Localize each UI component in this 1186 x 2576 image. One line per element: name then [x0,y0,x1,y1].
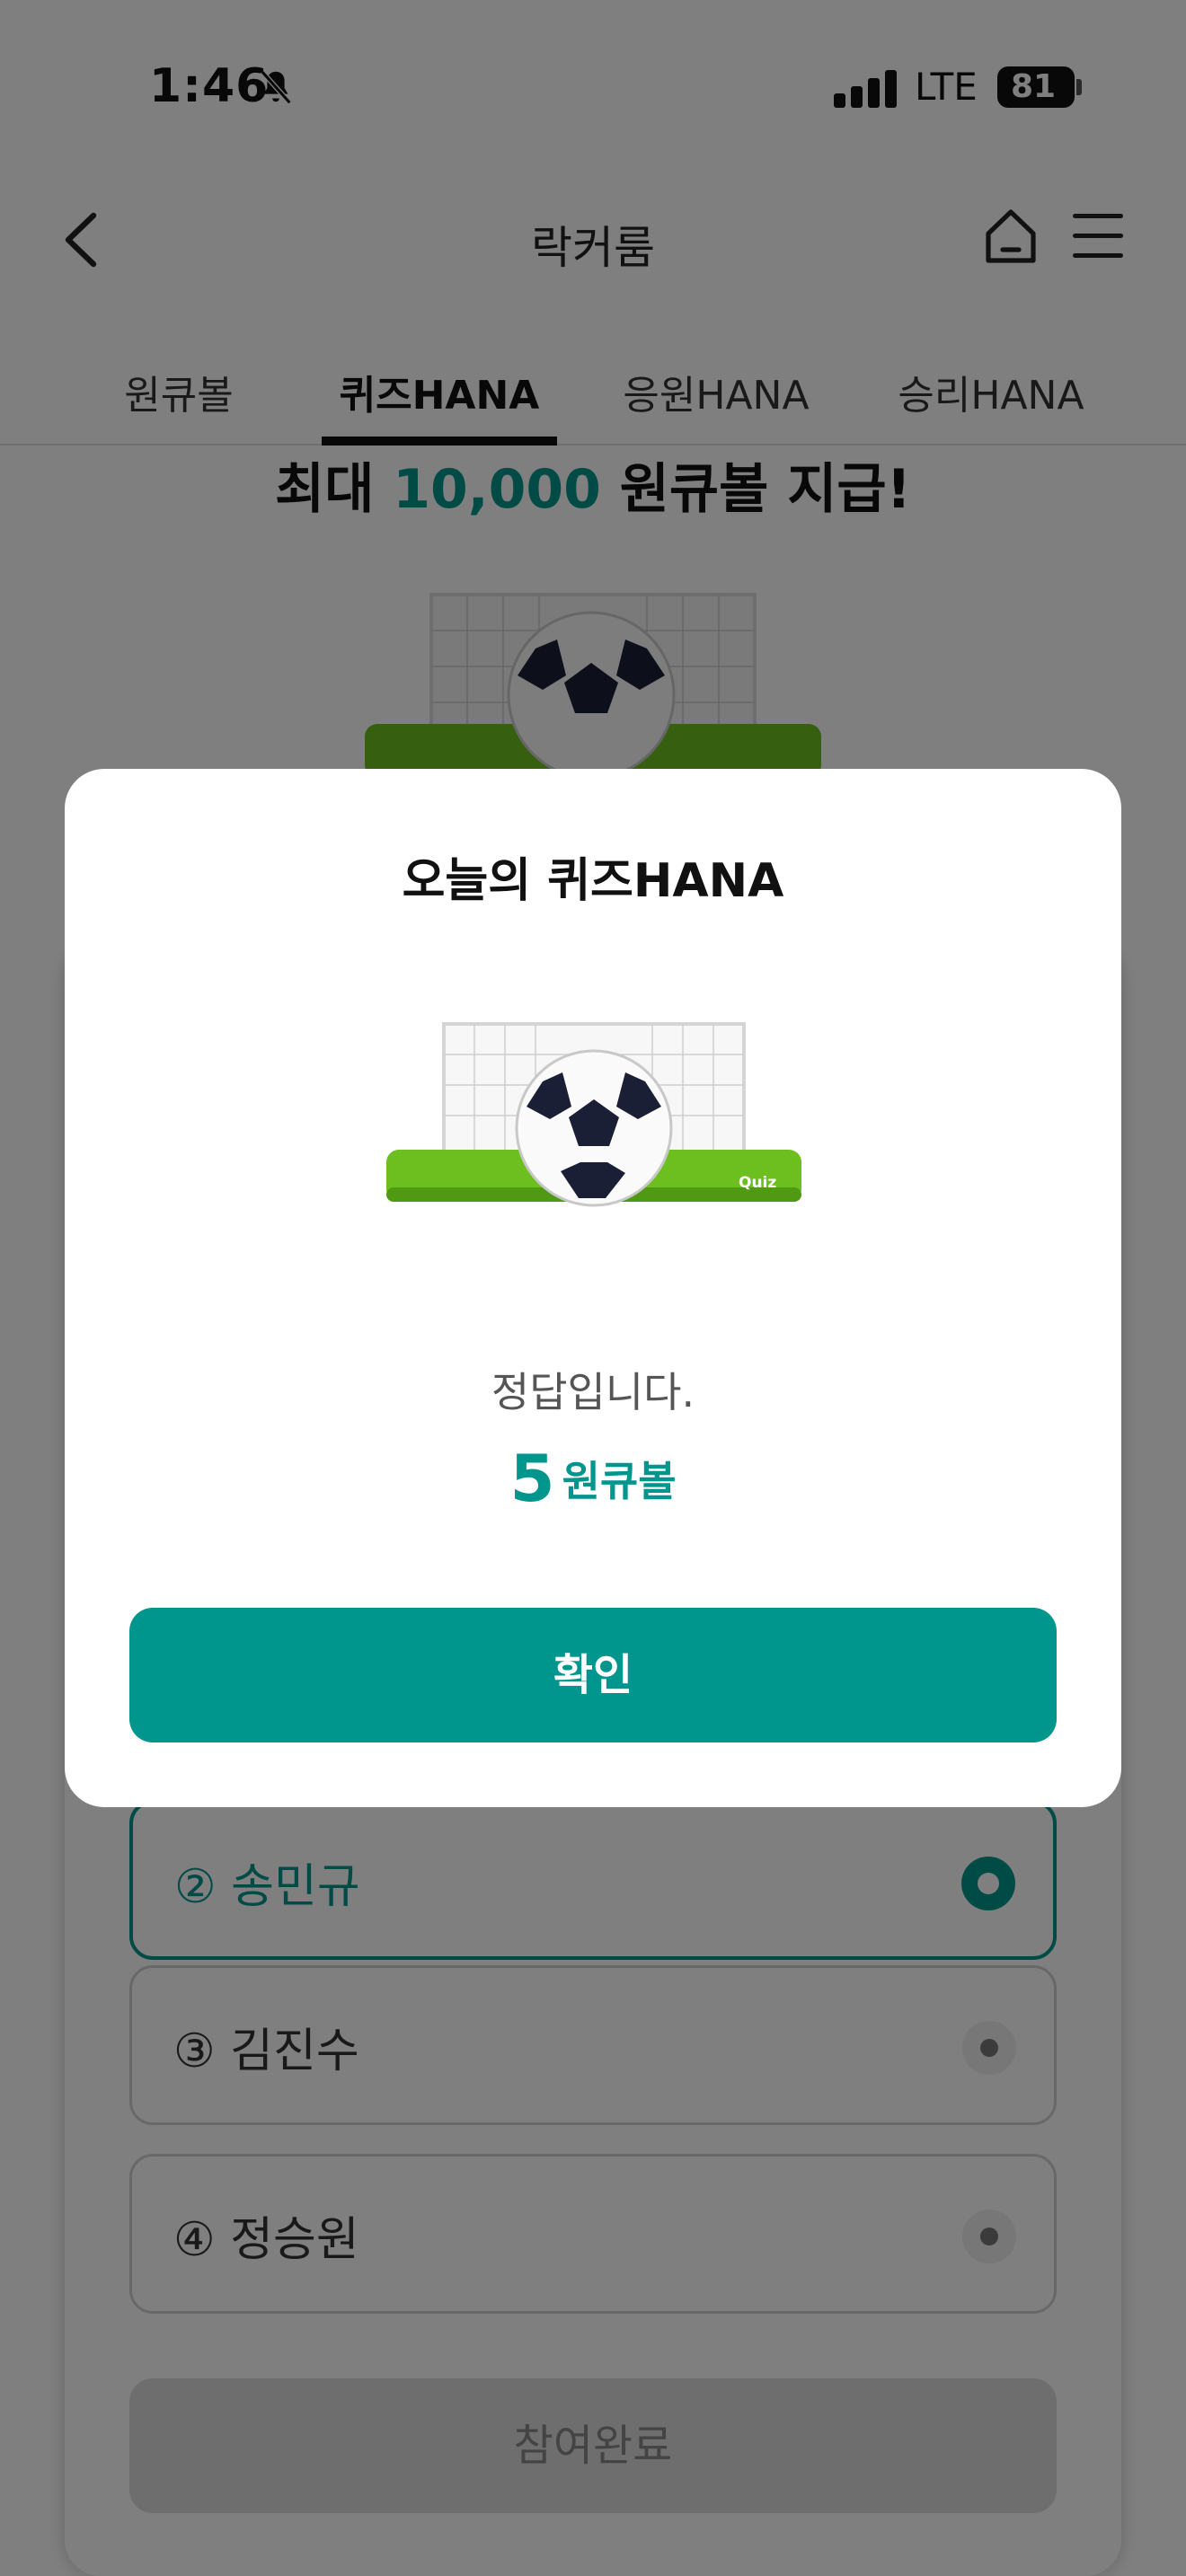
soccer-ball-icon: Quiz [386,1022,801,1207]
result-message: 정답입니다. [491,1368,695,1416]
reward-amount: 5 원큐볼 [65,1441,1121,1516]
illustration-label: Quiz [739,1174,776,1192]
result-dialog: 오늘의 퀴즈HANA Quiz 정답입니다. 5 원큐볼 확인 [65,769,1121,1807]
dialog-title: 오늘의 퀴즈HANA [402,854,784,908]
confirm-button[interactable]: 확인 [129,1608,1057,1742]
reward-unit: 원큐볼 [562,1457,677,1505]
reward-number: 5 [509,1441,555,1516]
